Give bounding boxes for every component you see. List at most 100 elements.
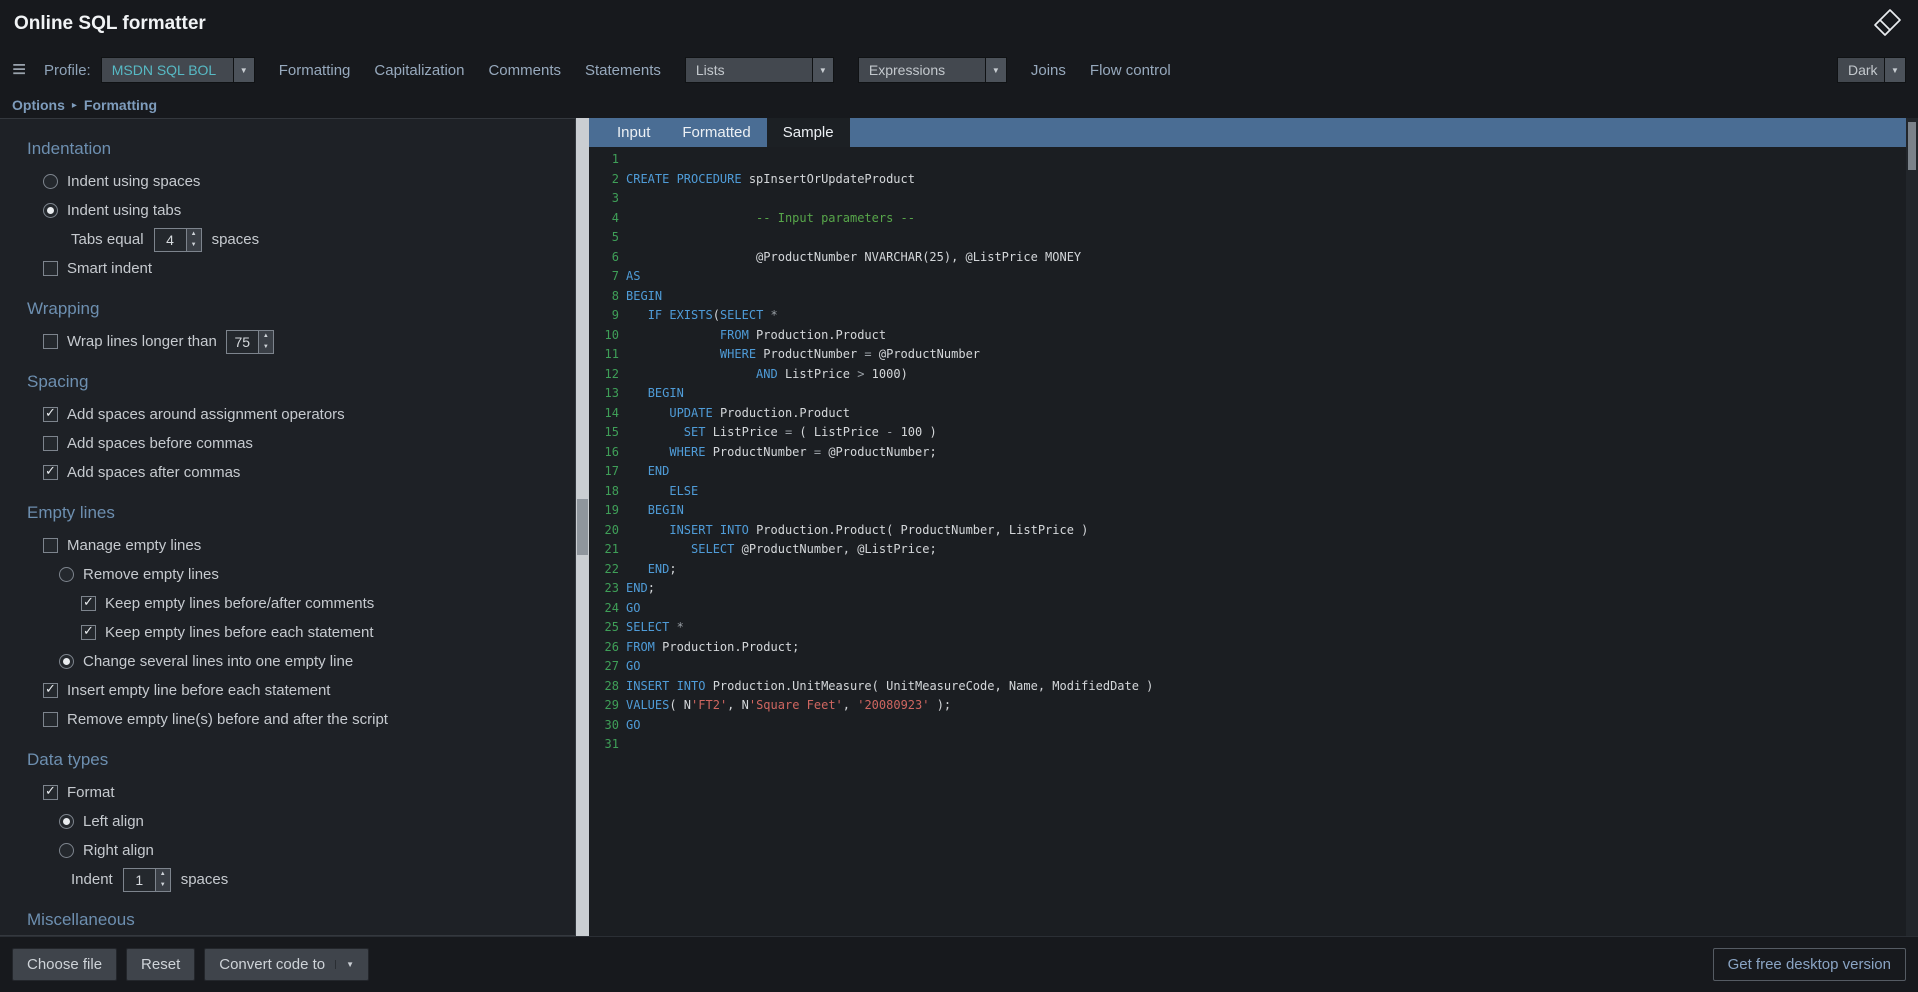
- line-text: ELSE: [669, 483, 699, 498]
- line-number: 4: [611, 210, 619, 225]
- indent-tabs-radio[interactable]: [43, 203, 58, 218]
- nav-capitalization[interactable]: Capitalization: [374, 62, 464, 79]
- breadcrumb-section: Formatting: [83, 97, 158, 113]
- option-indent-using-tabs[interactable]: Indent using tabs: [43, 196, 565, 225]
- keep-empty-comments-checkbox[interactable]: [81, 594, 96, 611]
- tabs-width-value: 4: [166, 231, 174, 248]
- option-label: Add spaces around assignment operators: [67, 406, 345, 423]
- code-line: 24 GO: [589, 599, 1906, 619]
- tabs-width-input[interactable]: 4 ▲ ▼: [153, 227, 202, 252]
- code-line: 27 GO: [589, 657, 1906, 677]
- option-label: Wrap lines longer than: [67, 333, 217, 350]
- wrap-length-input[interactable]: 75 ▲ ▼: [225, 329, 274, 354]
- keep-empty-statement-checkbox[interactable]: [81, 623, 96, 640]
- spin-down-icon[interactable]: ▼: [156, 880, 170, 891]
- option-change-several-lines[interactable]: Change several lines into one empty line: [59, 647, 565, 676]
- desktop-version-button[interactable]: Get free desktop version: [1712, 948, 1906, 981]
- line-number: 27: [604, 659, 619, 673]
- code-line: 12 AND ListPrice > 1000): [589, 365, 1906, 385]
- option-right-align[interactable]: Right align: [59, 836, 565, 865]
- indent-spaces-radio[interactable]: [43, 174, 58, 189]
- nav-comments[interactable]: Comments: [488, 62, 561, 79]
- option-label: spaces: [180, 871, 229, 888]
- option-format-data-types[interactable]: Format: [43, 778, 565, 807]
- spaces-after-commas-checkbox[interactable]: [43, 463, 58, 480]
- left-align-radio[interactable]: [59, 814, 74, 829]
- spin-up-icon[interactable]: ▲: [156, 869, 170, 880]
- insert-empty-line-checkbox[interactable]: [43, 681, 58, 698]
- option-label: Format: [67, 784, 115, 801]
- spinner[interactable]: ▲ ▼: [185, 228, 201, 251]
- option-smart-indent[interactable]: Smart indent: [43, 254, 565, 283]
- change-several-lines-radio[interactable]: [59, 654, 74, 669]
- right-align-radio[interactable]: [59, 843, 74, 858]
- menu-icon[interactable]: ≡: [12, 58, 26, 82]
- option-wrap-lines[interactable]: Wrap lines longer than 75 ▲ ▼: [43, 327, 565, 356]
- choose-file-button[interactable]: Choose file: [12, 948, 118, 981]
- expressions-select[interactable]: Expressions ▼: [857, 57, 1007, 83]
- line-number: 30: [604, 717, 619, 732]
- wrap-lines-checkbox[interactable]: [43, 334, 58, 349]
- option-left-align[interactable]: Left align: [59, 807, 565, 836]
- nav-joins[interactable]: Joins: [1031, 62, 1066, 79]
- tab-sample[interactable]: Sample: [766, 118, 850, 147]
- option-spaces-before-commas[interactable]: Add spaces before commas: [43, 429, 565, 458]
- nav-flow-control[interactable]: Flow control: [1090, 62, 1171, 79]
- code-line: 10 FROM Production.Product: [589, 326, 1906, 346]
- spinner[interactable]: ▲ ▼: [154, 868, 170, 891]
- code-line: 14 UPDATE Production.Product: [589, 404, 1906, 424]
- option-spaces-assignment[interactable]: Add spaces around assignment operators: [43, 400, 565, 429]
- option-label: Left align: [83, 813, 144, 830]
- line-text: BEGIN: [647, 386, 684, 400]
- nav-formatting[interactable]: Formatting: [279, 62, 351, 79]
- option-spaces-after-commas[interactable]: Add spaces after commas: [43, 458, 565, 487]
- chevron-down-icon: ▼: [1884, 58, 1905, 82]
- editor-scrollbar-thumb[interactable]: [1908, 122, 1916, 170]
- editor-scrollbar[interactable]: [1906, 118, 1918, 936]
- chevron-down-icon: ▼: [232, 58, 254, 82]
- tab-input[interactable]: Input: [601, 118, 666, 147]
- spinner[interactable]: ▲ ▼: [257, 330, 273, 353]
- breadcrumb-options[interactable]: Options: [12, 97, 65, 113]
- spaces-assignment-checkbox[interactable]: [43, 405, 58, 422]
- code-line: 7 AS: [589, 267, 1906, 287]
- spin-down-icon[interactable]: ▼: [187, 240, 201, 251]
- option-indent-using-spaces[interactable]: Indent using spaces: [43, 167, 565, 196]
- data-type-indent-input[interactable]: 1 ▲ ▼: [122, 867, 171, 892]
- nav-statements[interactable]: Statements: [585, 62, 661, 79]
- remove-empty-script-checkbox[interactable]: [43, 712, 58, 727]
- theme-select[interactable]: Dark ▼: [1837, 57, 1906, 83]
- option-keep-empty-comments[interactable]: Keep empty lines before/after comments: [81, 589, 565, 618]
- code-line: 26 FROM Production.Product;: [589, 638, 1906, 658]
- line-number: 6: [611, 249, 619, 264]
- option-label: Remove empty line(s) before and after th…: [67, 711, 388, 728]
- convert-code-button[interactable]: Convert code to ▼: [204, 948, 370, 981]
- option-manage-empty-lines[interactable]: Manage empty lines: [43, 531, 565, 560]
- smart-indent-checkbox[interactable]: [43, 261, 58, 276]
- line-number: 23: [604, 581, 619, 595]
- option-insert-empty-line[interactable]: Insert empty line before each statement: [43, 676, 565, 705]
- spin-down-icon[interactable]: ▼: [259, 342, 273, 353]
- options-scrollbar-thumb[interactable]: [577, 499, 588, 555]
- options-scrollbar[interactable]: [576, 118, 589, 936]
- option-keep-empty-statement[interactable]: Keep empty lines before each statement: [81, 618, 565, 647]
- option-remove-empty-script[interactable]: Remove empty line(s) before and after th…: [43, 705, 565, 734]
- line-text: BEGIN: [647, 503, 684, 517]
- remove-empty-lines-radio[interactable]: [59, 567, 74, 582]
- code-line: 16 WHERE ProductNumber = @ProductNumber;: [589, 443, 1906, 463]
- tab-formatted[interactable]: Formatted: [666, 118, 766, 147]
- eraser-icon[interactable]: [1868, 7, 1904, 41]
- spaces-before-commas-checkbox[interactable]: [43, 436, 58, 451]
- spin-up-icon[interactable]: ▲: [259, 331, 273, 342]
- spin-up-icon[interactable]: ▲: [187, 229, 201, 240]
- profile-select[interactable]: MSDN SQL BOL ▼: [100, 57, 255, 83]
- lists-value: Lists: [695, 62, 725, 78]
- code-editor[interactable]: 1 2 CREATE PROCEDURE spInsertOrUpdateProdu…: [589, 147, 1906, 936]
- lists-select[interactable]: Lists ▼: [684, 57, 834, 83]
- manage-empty-lines-checkbox[interactable]: [43, 538, 58, 553]
- option-remove-empty-lines[interactable]: Remove empty lines: [59, 560, 565, 589]
- format-checkbox[interactable]: [43, 783, 58, 800]
- code-line: 5: [589, 228, 1906, 248]
- reset-button[interactable]: Reset: [126, 948, 196, 981]
- code-line: 21 SELECT @ProductNumber, @ListPrice;: [589, 540, 1906, 560]
